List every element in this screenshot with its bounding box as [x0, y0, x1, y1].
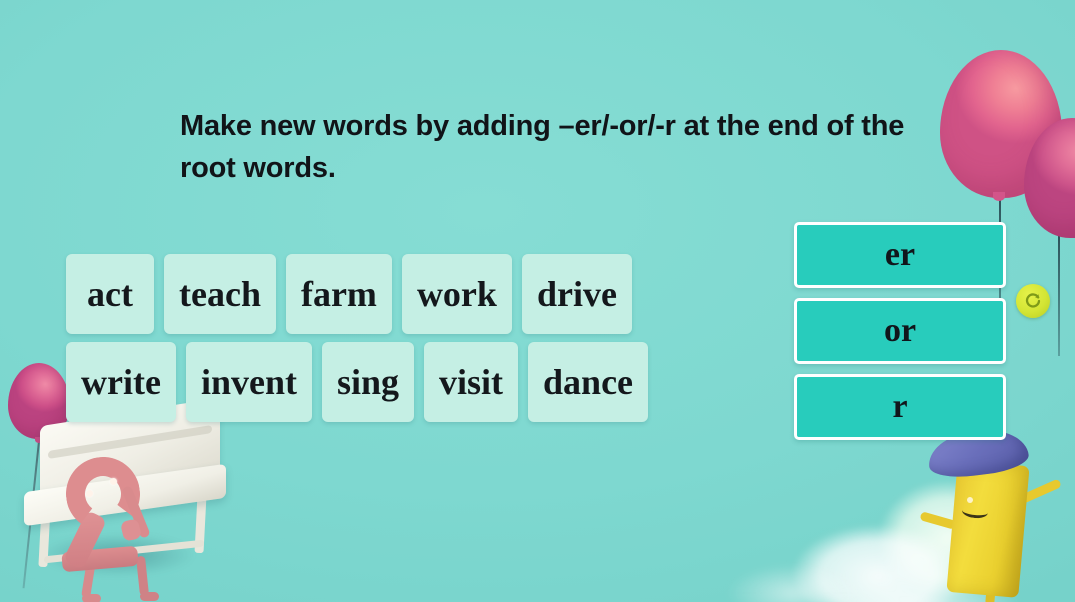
suffix-button-or[interactable]: or [794, 298, 1006, 364]
word-bank: act teach farm work drive write invent s… [66, 254, 649, 430]
reset-button[interactable] [1016, 284, 1050, 318]
word-card[interactable]: sing [321, 342, 415, 422]
word-card[interactable]: farm [285, 254, 392, 334]
instruction-text: Make new words by adding –er/-or/-r at t… [180, 110, 905, 185]
activity-stage: Make new words by adding –er/-or/-r at t… [0, 0, 1075, 602]
word-card[interactable]: drive [521, 254, 632, 334]
suffix-button-er[interactable]: er [794, 222, 1006, 288]
word-card[interactable]: invent [185, 342, 312, 422]
word-card[interactable]: dance [528, 342, 649, 422]
word-card[interactable]: write [66, 342, 176, 422]
word-card[interactable]: act [66, 254, 154, 334]
word-card[interactable]: work [401, 254, 512, 334]
word-bank-row: write invent sing visit dance [66, 342, 649, 422]
refresh-icon [1023, 291, 1043, 311]
suffix-options-panel: er or r [794, 222, 1006, 440]
word-card[interactable]: teach [164, 254, 276, 334]
word-bank-row: act teach farm work drive [66, 254, 648, 334]
word-card[interactable]: visit [424, 342, 519, 422]
suffix-button-r[interactable]: r [794, 374, 1006, 440]
